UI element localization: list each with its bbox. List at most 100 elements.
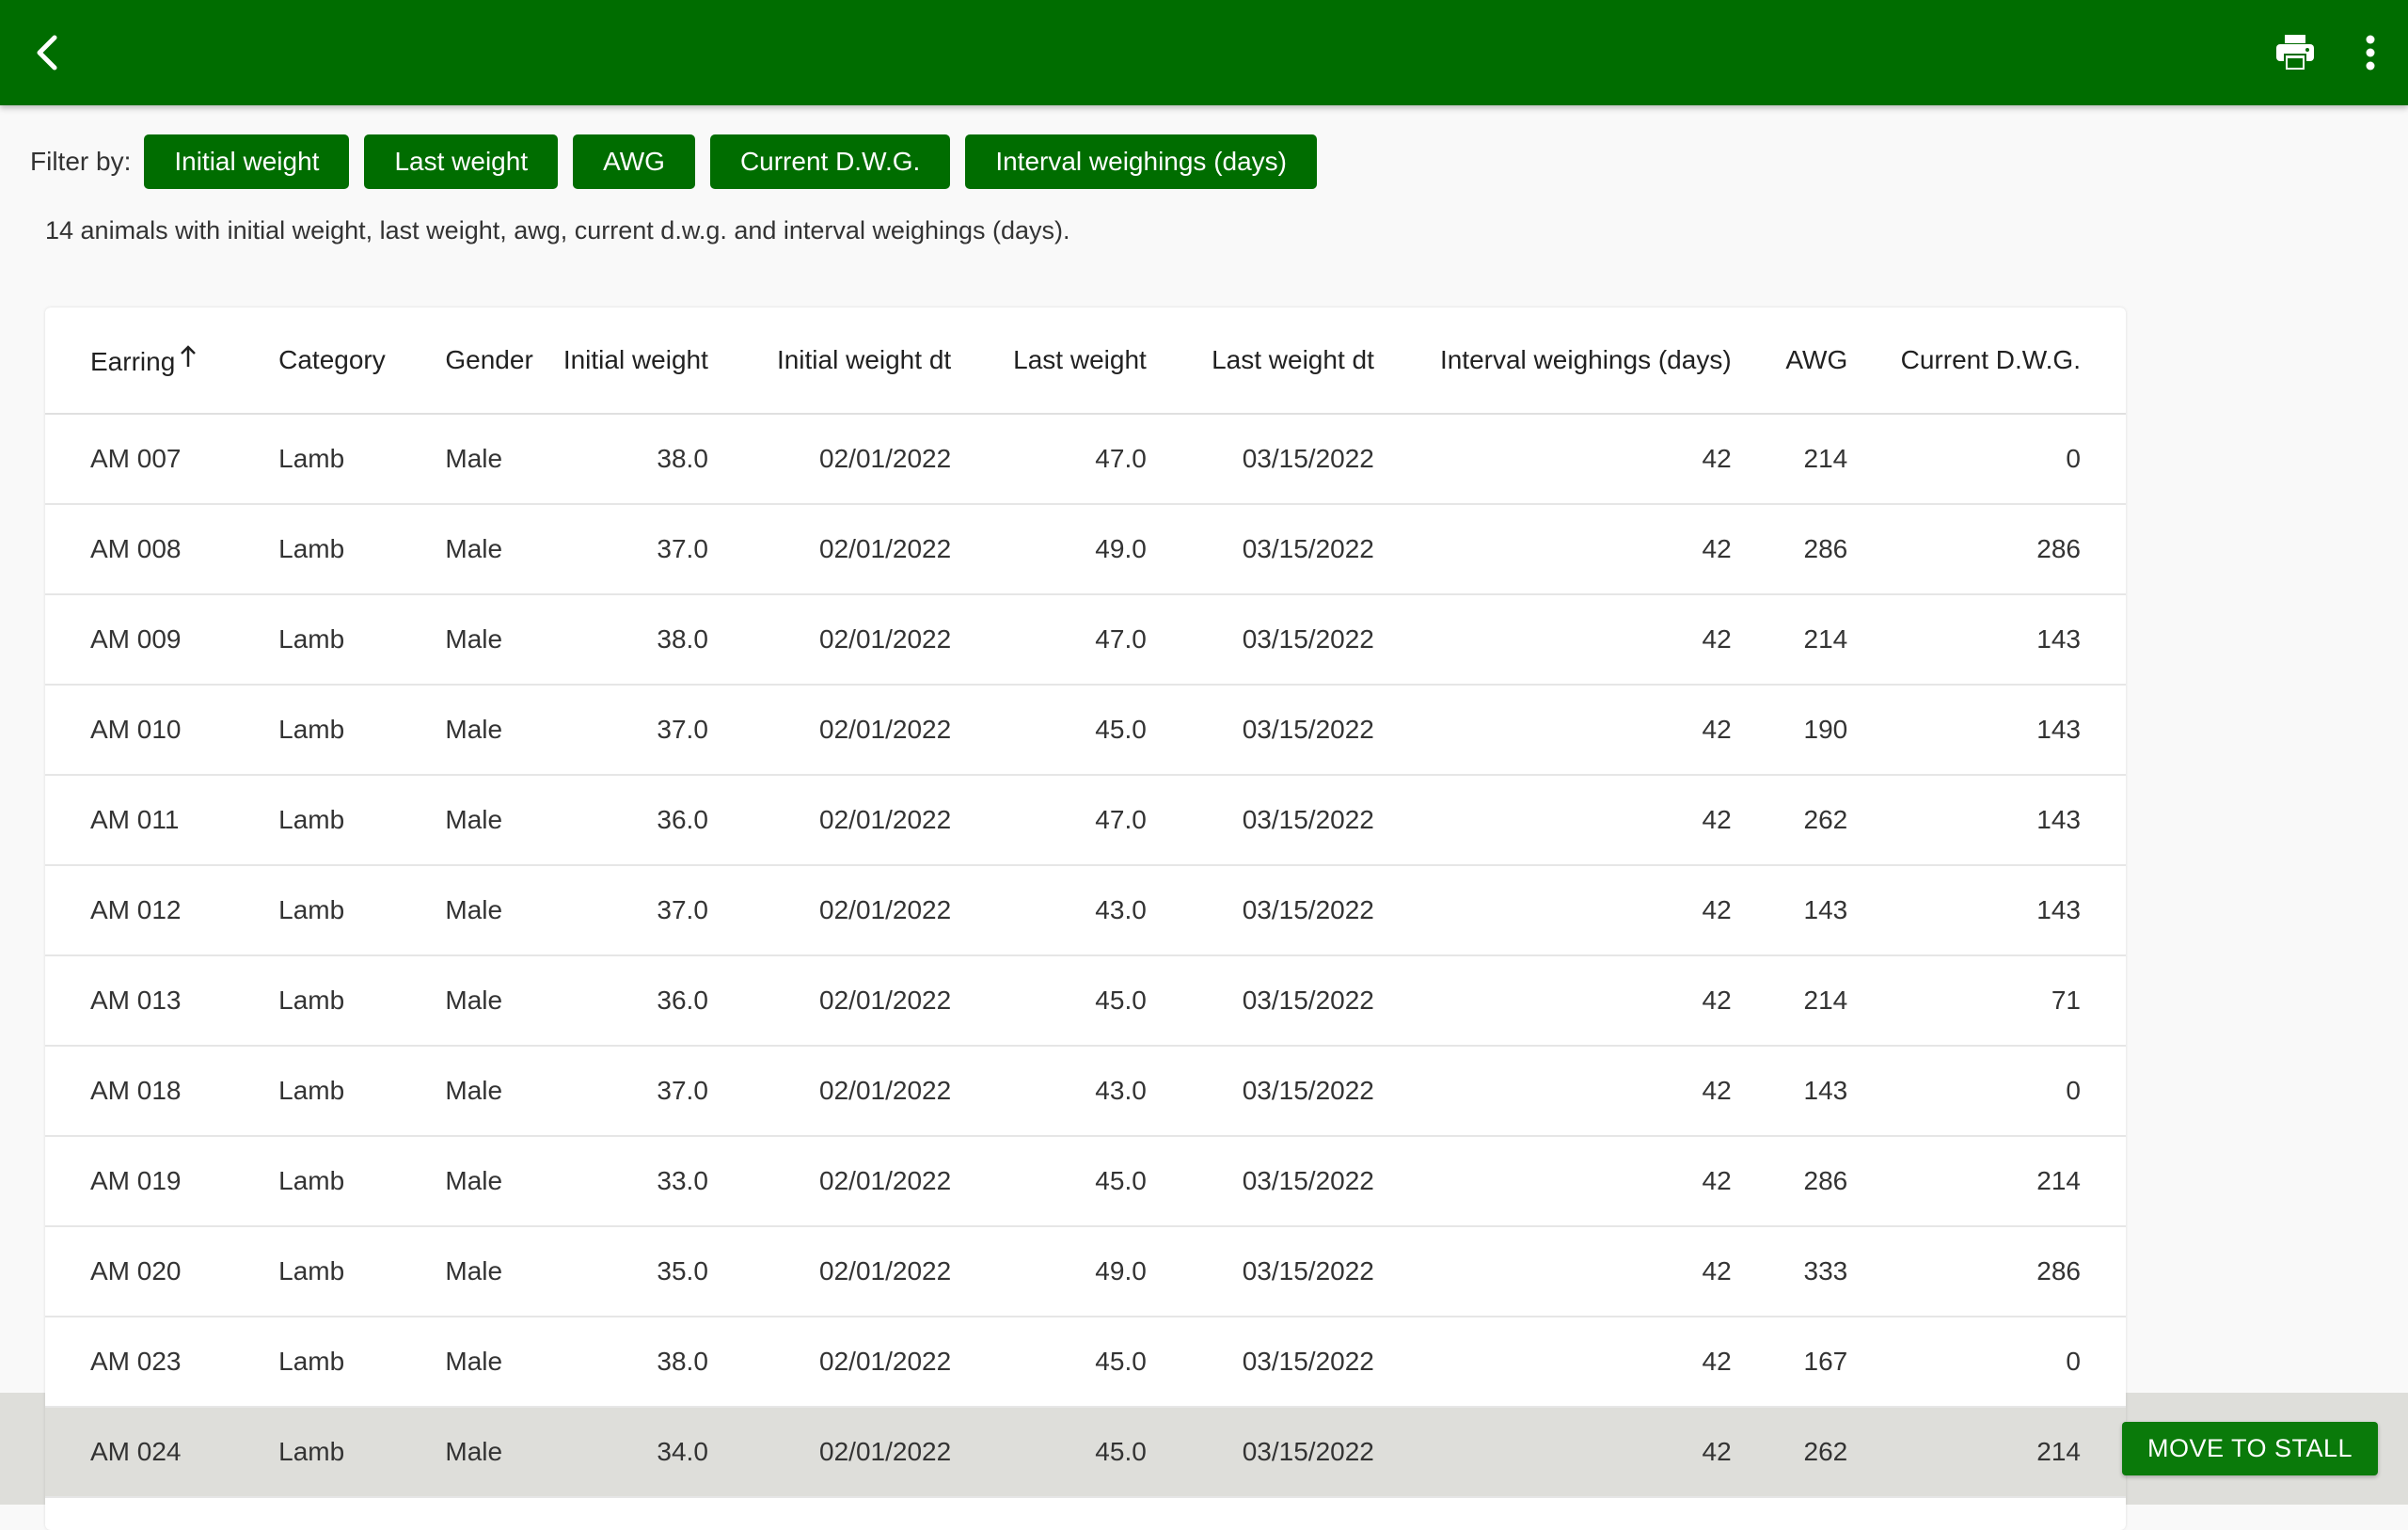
- table-header-row: Earring Category Gender Initial weight I…: [45, 308, 2126, 415]
- cell-current-dwg: 0: [1847, 1046, 2126, 1137]
- cell-awg: 190: [1731, 685, 1848, 776]
- cell-interval-weighings: 42: [1373, 685, 1732, 776]
- cell-awg: 143: [1731, 1046, 1848, 1137]
- cell-initial-weight-dt: 02/01/2022: [707, 955, 952, 1047]
- cell-last-weight: 43.0: [951, 865, 1147, 956]
- header-awg[interactable]: AWG: [1731, 308, 1848, 415]
- cell-awg: 333: [1731, 1226, 1848, 1317]
- cell-current-dwg: 286: [1847, 1226, 2126, 1317]
- header-current-dwg[interactable]: Current D.W.G.: [1847, 308, 2126, 415]
- cell-initial-weight: 38.0: [549, 414, 708, 505]
- chevron-left-icon: [37, 35, 57, 71]
- header-initial-weight[interactable]: Initial weight: [549, 308, 708, 415]
- table-row[interactable]: AM 010 Lamb Male 37.0 02/01/2022 45.0 03/15/20…: [45, 685, 2126, 776]
- cell-initial-weight: 34.0: [549, 1407, 708, 1498]
- cell-last-weight: 45.0: [951, 955, 1147, 1047]
- header-last-weight-dt[interactable]: Last weight dt: [1146, 308, 1374, 415]
- cell-awg: 143: [1731, 865, 1848, 956]
- cell-earring: AM 018: [45, 1046, 279, 1137]
- cell-current-dwg: 143: [1847, 865, 2126, 956]
- header-last-weight[interactable]: Last weight: [951, 308, 1147, 415]
- cell-initial-weight-dt: 02/01/2022: [707, 1046, 952, 1137]
- table-row[interactable]: AM 019 Lamb Male 33.0 02/01/2022 45.0 03/15/20…: [45, 1136, 2126, 1227]
- cell-category: Lamb: [278, 1497, 446, 1530]
- table-row[interactable]: AM 013 Lamb Male 36.0 02/01/2022 45.0 03/15/20…: [45, 955, 2126, 1047]
- cell-current-dwg: 214: [1847, 1407, 2126, 1498]
- header-initial-weight-dt[interactable]: Initial weight dt: [707, 308, 952, 415]
- cell-initial-weight-dt: 02/01/2022: [707, 1317, 952, 1408]
- filter-chip-last-weight[interactable]: Last weight: [364, 134, 559, 189]
- cell-interval-weighings: 42: [1373, 1046, 1732, 1137]
- header-earring-label: Earring: [90, 346, 176, 376]
- cell-category: Lamb: [278, 1407, 446, 1498]
- cell-current-dwg: 286: [1847, 504, 2126, 595]
- cell-initial-weight: 37.0: [549, 504, 708, 595]
- result-summary: 14 animals with initial weight, last wei…: [45, 216, 1070, 244]
- cell-earring: AM 007: [45, 414, 279, 505]
- filter-chip-initial-weight[interactable]: Initial weight: [144, 134, 350, 189]
- table-row[interactable]: AM 020 Lamb Male 35.0 02/01/2022 49.0 03/15/20…: [45, 1226, 2126, 1317]
- header-interval-weighings[interactable]: Interval weighings (days): [1373, 308, 1732, 415]
- cell-last-weight: 47.0: [951, 594, 1147, 686]
- header-category[interactable]: Category: [278, 308, 446, 415]
- print-button[interactable]: [2265, 23, 2325, 83]
- cell-earring: AM 025: [45, 1497, 279, 1530]
- cell-current-dwg: 0: [1847, 1317, 2126, 1408]
- cell-category: Lamb: [278, 685, 446, 776]
- cell-last-weight: 49.0: [951, 1226, 1147, 1317]
- cell-initial-weight-dt: 02/01/2022: [707, 685, 952, 776]
- cell-last-weight: 45.0: [951, 1136, 1147, 1227]
- table-row[interactable]: AM 008 Lamb Male 37.0 02/01/2022 49.0 03/15/20…: [45, 504, 2126, 595]
- back-button[interactable]: [17, 23, 77, 83]
- cell-initial-weight-dt: 02/01/2022: [707, 1407, 952, 1498]
- cell-awg: 262: [1731, 1407, 1848, 1498]
- filter-chip-awg[interactable]: AWG: [573, 134, 695, 189]
- table-row[interactable]: AM 007 Lamb Male 38.0 02/01/2022 47.0 03/15/20…: [45, 414, 2126, 505]
- more-options-button[interactable]: [2340, 23, 2400, 83]
- cell-initial-weight-dt: 02/01/2022: [707, 775, 952, 866]
- cell-awg: 214: [1731, 955, 1848, 1047]
- cell-awg: 286: [1731, 1136, 1848, 1227]
- cell-earring: AM 023: [45, 1317, 279, 1408]
- table-row[interactable]: AM 023 Lamb Male 38.0 02/01/2022 45.0 03/15/20…: [45, 1317, 2126, 1408]
- cell-awg: 214: [1731, 594, 1848, 686]
- table-row[interactable]: AM 018 Lamb Male 37.0 02/01/2022 43.0 03/15/20…: [45, 1046, 2126, 1137]
- cell-last-weight-dt: 03/15/2022: [1146, 955, 1374, 1047]
- cell-category: Lamb: [278, 1136, 446, 1227]
- filter-label: Filter by:: [30, 147, 132, 176]
- cell-initial-weight-dt: 02/01/2022: [707, 1136, 952, 1227]
- cell-initial-weight: 33.0: [549, 1136, 708, 1227]
- cell-gender: Male: [445, 1497, 550, 1530]
- cell-category: Lamb: [278, 414, 446, 505]
- cell-gender: Male: [445, 955, 550, 1047]
- cell-category: Lamb: [278, 1226, 446, 1317]
- animals-table-card: Earring Category Gender Initial weight I…: [45, 308, 2126, 1530]
- cell-category: Lamb: [278, 1317, 446, 1408]
- cell-last-weight-dt: 03/15/2022: [1146, 1226, 1374, 1317]
- table-row[interactable]: AM 024 Lamb Male 34.0 02/01/2022 45.0 03/15/20…: [45, 1407, 2126, 1498]
- cell-initial-weight-dt: 02/01/2022: [707, 865, 952, 956]
- cell-earring: AM 009: [45, 594, 279, 686]
- header-gender[interactable]: Gender: [445, 308, 550, 415]
- cell-interval-weighings: 42: [1373, 775, 1732, 866]
- move-to-stall-button[interactable]: MOVE TO STALL: [2122, 1422, 2378, 1475]
- cell-last-weight: 43.0: [951, 1046, 1147, 1137]
- cell-interval-weighings: 42: [1373, 594, 1732, 686]
- table-row[interactable]: AM 025LambMale: [45, 1497, 2126, 1530]
- header-earring[interactable]: Earring: [45, 308, 279, 415]
- filter-chip-current-dwg[interactable]: Current D.W.G.: [709, 134, 951, 189]
- cell-initial-weight-dt: [707, 1497, 952, 1530]
- cell-awg: 167: [1731, 1317, 1848, 1408]
- table-row[interactable]: AM 011 Lamb Male 36.0 02/01/2022 47.0 03/15/20…: [45, 775, 2126, 866]
- table-row[interactable]: AM 012 Lamb Male 37.0 02/01/2022 43.0 03/15/20…: [45, 865, 2126, 956]
- cell-interval-weighings: [1373, 1497, 1732, 1530]
- cell-interval-weighings: 42: [1373, 1317, 1732, 1408]
- filter-chip-interval-weighings[interactable]: Interval weighings (days): [965, 134, 1318, 189]
- cell-current-dwg: 143: [1847, 685, 2126, 776]
- table-body: AM 007 Lamb Male 38.0 02/01/2022 47.0 03/15/20…: [45, 414, 2126, 1530]
- table-row[interactable]: AM 009 Lamb Male 38.0 02/01/2022 47.0 03/15/20…: [45, 594, 2126, 686]
- cell-last-weight-dt: 03/15/2022: [1146, 1136, 1374, 1227]
- cell-gender: Male: [445, 414, 550, 505]
- cell-interval-weighings: 42: [1373, 414, 1732, 505]
- cell-last-weight: 45.0: [951, 685, 1147, 776]
